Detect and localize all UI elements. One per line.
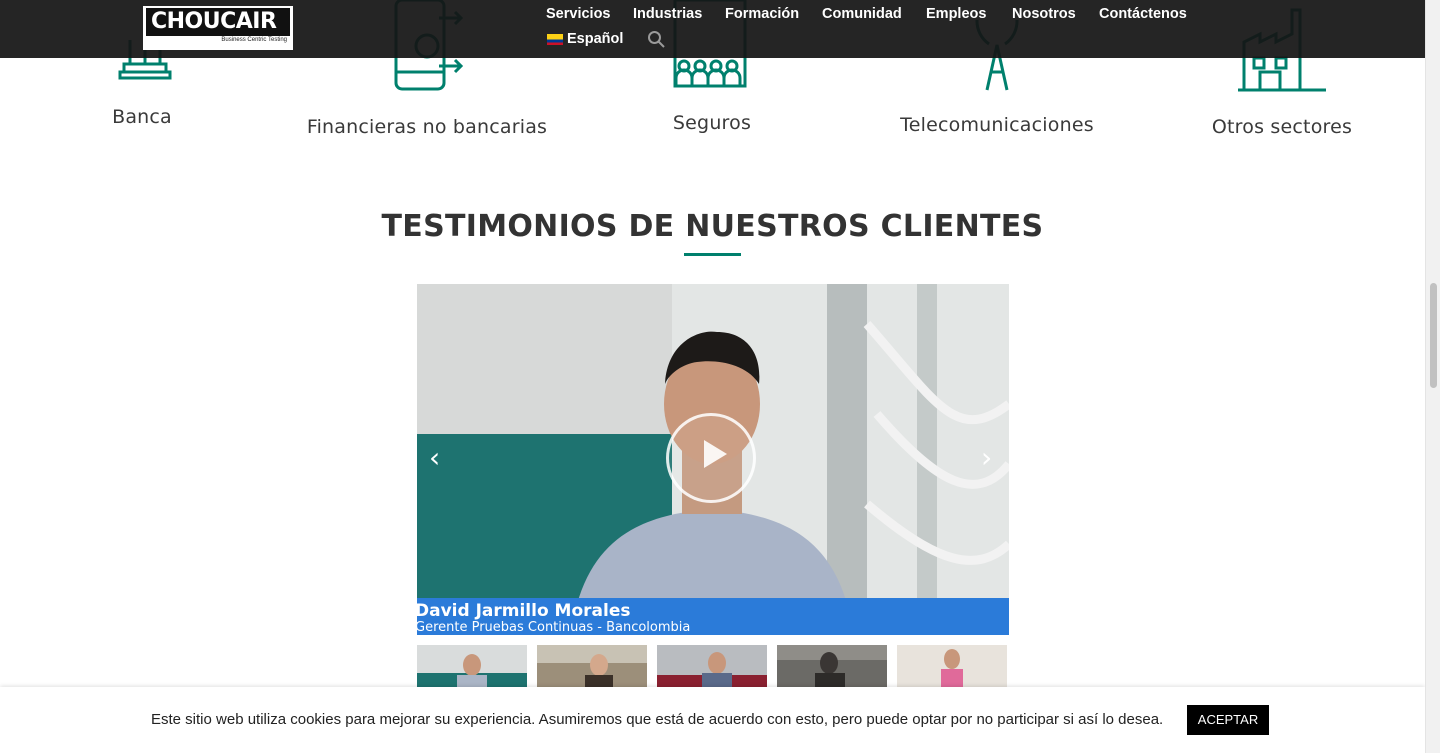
nav-servicios[interactable]: Servicios	[546, 6, 611, 22]
scrollbar-thumb[interactable]	[1430, 283, 1437, 388]
cookie-text: Este sitio web utiliza cookies para mejo…	[151, 711, 1164, 728]
industry-label: Banca	[112, 106, 172, 128]
nav-contactenos[interactable]: Contáctenos	[1099, 6, 1187, 22]
play-icon[interactable]	[666, 413, 756, 503]
nav-empleos[interactable]: Empleos	[926, 6, 986, 22]
testimonial-video[interactable]: ‹ › David Jarmillo Morales Gerente Prueb…	[417, 284, 1009, 635]
testimonial-role: Gerente Pruebas Continuas - Bancolombia	[417, 620, 691, 635]
testimonial-name: David Jarmillo Morales	[417, 601, 631, 621]
colombia-flag-icon	[547, 33, 563, 45]
page: Banca Financieras no bancarias Seguros T…	[0, 0, 1425, 753]
search-icon[interactable]	[647, 30, 666, 54]
logo-wordmark: CHOUCAIR	[146, 8, 290, 36]
industry-label: Telecomunicaciones	[900, 114, 1094, 136]
accept-cookies-button[interactable]: ACEPTAR	[1187, 705, 1269, 735]
site-header: CHOUCAIR Business Centric Testing Servic…	[0, 0, 1425, 58]
video-caption: David Jarmillo Morales Gerente Pruebas C…	[417, 598, 1009, 635]
video-thumbnail[interactable]	[537, 645, 647, 690]
choucair-logo[interactable]: CHOUCAIR Business Centric Testing	[143, 6, 293, 50]
chevron-left-icon[interactable]: ‹	[429, 444, 440, 472]
nav-formacion[interactable]: Formación	[725, 6, 799, 22]
page-scrollbar[interactable]	[1425, 0, 1440, 753]
video-thumbnail[interactable]	[897, 645, 1007, 690]
cookie-banner: Este sitio web utiliza cookies para mejo…	[0, 687, 1425, 753]
language-label: Español	[567, 31, 624, 47]
language-selector[interactable]: Español	[547, 31, 623, 47]
nav-nosotros[interactable]: Nosotros	[1012, 6, 1076, 22]
industry-label: Financieras no bancarias	[306, 116, 548, 138]
video-thumbnail[interactable]	[777, 645, 887, 690]
industry-label: Otros sectores	[1211, 116, 1353, 138]
video-thumbnail[interactable]	[417, 645, 527, 690]
video-thumbnail[interactable]	[657, 645, 767, 690]
chevron-right-icon[interactable]: ›	[981, 444, 992, 472]
industry-label: Seguros	[672, 112, 752, 134]
nav-comunidad[interactable]: Comunidad	[822, 6, 902, 22]
nav-industrias[interactable]: Industrias	[633, 6, 702, 22]
title-underline	[684, 253, 741, 256]
testimonials-title: TESTIMONIOS DE NUESTROS CLIENTES	[381, 209, 1044, 244]
logo-tagline: Business Centric Testing	[221, 37, 287, 43]
